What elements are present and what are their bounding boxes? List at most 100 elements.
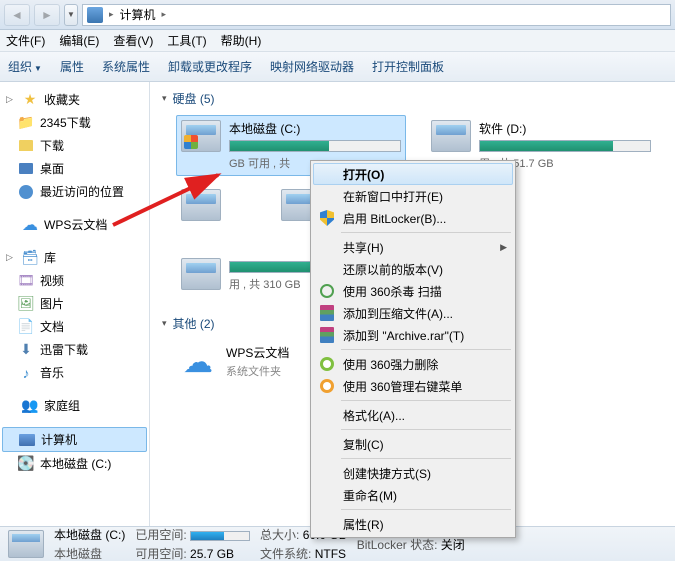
sidebar-item-documents[interactable]: 📄 文档	[0, 315, 149, 338]
archive-icon	[319, 305, 335, 321]
tb-organize[interactable]: 组织▼	[8, 58, 42, 75]
ctx-360-delete[interactable]: 使用 360强力删除	[313, 353, 513, 375]
shield-icon	[319, 210, 335, 226]
ctx-label: 添加到 "Archive.rar"(T)	[343, 327, 464, 344]
drive-icon	[8, 530, 44, 558]
sidebar-item-music[interactable]: ♪ 音乐	[0, 361, 149, 384]
ctx-open[interactable]: 打开(O)	[313, 163, 513, 185]
sidebar-item-downloads[interactable]: 下载	[0, 134, 149, 157]
desktop-icon	[18, 161, 34, 177]
back-button[interactable]: ◄	[4, 4, 30, 26]
ctx-new-window[interactable]: 在新窗口中打开(E)	[313, 185, 513, 207]
tb-control-panel[interactable]: 打开控制面板	[372, 58, 444, 75]
sidebar-libraries-header[interactable]: ▷🗃库	[0, 246, 149, 269]
menu-view[interactable]: 查看(V)	[113, 32, 153, 49]
ctx-format[interactable]: 格式化(A)...	[313, 404, 513, 426]
sidebar-label: 2345下载	[40, 114, 91, 131]
drive-name: 本地磁盘 (C:)	[229, 120, 401, 137]
ctx-properties[interactable]: 属性(R)	[313, 513, 513, 535]
sidebar-favorites-header[interactable]: ▷★收藏夹	[0, 88, 149, 111]
menu-edit[interactable]: 编辑(E)	[59, 32, 99, 49]
ctx-separator	[341, 232, 511, 233]
ctx-label: 复制(C)	[343, 436, 384, 453]
recent-icon	[18, 184, 34, 200]
status-free-label: 可用空间:	[135, 547, 186, 561]
ctx-restore[interactable]: 还原以前的版本(V)	[313, 258, 513, 280]
computer-icon	[19, 432, 35, 448]
menu-tools[interactable]: 工具(T)	[167, 32, 206, 49]
archive-icon	[319, 327, 335, 343]
chevron-down-icon: ▾	[162, 318, 167, 329]
nav-history-dropdown[interactable]: ▼	[64, 4, 78, 26]
sidebar-label: 音乐	[40, 364, 64, 381]
context-menu: 打开(O) 在新窗口中打开(E) 启用 BitLocker(B)... 共享(H…	[310, 160, 516, 538]
ctx-separator	[341, 458, 511, 459]
drive-icon	[181, 258, 221, 290]
ctx-360-scan[interactable]: 使用 360杀毒 扫描	[313, 280, 513, 302]
ctx-360-menu[interactable]: 使用 360管理右键菜单	[313, 375, 513, 397]
ctx-separator	[341, 509, 511, 510]
sidebar-homegroup-header[interactable]: 👥 家庭组	[0, 394, 149, 417]
sidebar-item-2345[interactable]: 📁 2345下载	[0, 111, 149, 134]
ctx-label: 在新窗口中打开(E)	[343, 188, 443, 205]
ctx-shortcut[interactable]: 创建快捷方式(S)	[313, 462, 513, 484]
ctx-label: 打开(O)	[343, 166, 384, 183]
menu-file[interactable]: 文件(F)	[6, 32, 45, 49]
sidebar-item-videos[interactable]: 🎞视频	[0, 269, 149, 292]
group-label: 硬盘 (5)	[173, 90, 215, 107]
forward-button[interactable]: ►	[34, 4, 60, 26]
sidebar-item-xunlei[interactable]: ⬇迅雷下载	[0, 338, 149, 361]
tb-sys-properties[interactable]: 系统属性	[102, 58, 150, 75]
sidebar-item-pictures[interactable]: 🖼 图片	[0, 292, 149, 315]
drive-icon	[181, 120, 221, 152]
ctx-label: 启用 BitLocker(B)...	[343, 210, 446, 227]
document-icon: 📄	[18, 319, 34, 335]
group-header-hdd[interactable]: ▾硬盘 (5)	[162, 90, 663, 107]
sidebar-computer-header[interactable]: 计算机	[2, 427, 147, 452]
titlebar: ◄ ► ▼ ▸ 计算机 ▸	[0, 0, 675, 30]
360-icon	[319, 378, 335, 394]
status-bitlocker-label: BitLocker 状态:	[357, 538, 438, 552]
menu-help[interactable]: 帮助(H)	[221, 32, 262, 49]
sidebar-label: 图片	[40, 295, 64, 312]
sidebar-item-recent[interactable]: 最近访问的位置	[0, 180, 149, 203]
ctx-add-archive[interactable]: 添加到压缩文件(A)...	[313, 302, 513, 324]
picture-icon: 🖼	[18, 296, 34, 312]
group-label: 其他 (2)	[173, 315, 215, 332]
computer-icon	[87, 7, 103, 23]
sidebar-item-desktop[interactable]: 桌面	[0, 157, 149, 180]
music-icon: ♪	[18, 365, 34, 381]
sidebar-wps-header[interactable]: ☁WPS云文档	[0, 213, 149, 236]
ctx-add-rar[interactable]: 添加到 "Archive.rar"(T)	[313, 324, 513, 346]
drive-partial-1[interactable]	[176, 184, 256, 245]
homegroup-icon: 👥	[22, 398, 38, 414]
ctx-label: 使用 360杀毒 扫描	[343, 283, 442, 300]
sidebar-label: 文档	[40, 318, 64, 335]
ctx-bitlocker[interactable]: 启用 BitLocker(B)...	[313, 207, 513, 229]
scan-icon	[319, 283, 335, 299]
folder-icon: 📁	[18, 115, 34, 131]
ctx-share[interactable]: 共享(H)▶	[313, 236, 513, 258]
status-fs-value: NTFS	[315, 547, 346, 561]
ctx-copy[interactable]: 复制(C)	[313, 433, 513, 455]
ctx-label: 属性(R)	[343, 516, 384, 533]
sidebar-label: 最近访问的位置	[40, 183, 124, 200]
address-bar[interactable]: ▸ 计算机 ▸	[82, 4, 671, 26]
ctx-separator	[341, 429, 511, 430]
sidebar-label: 收藏夹	[44, 91, 80, 108]
tb-uninstall[interactable]: 卸载或更改程序	[168, 58, 252, 75]
sidebar-label: 家庭组	[44, 397, 80, 414]
status-free-value: 25.7 GB	[190, 547, 234, 561]
sidebar-label: 计算机	[41, 431, 77, 448]
tb-map-drive[interactable]: 映射网络驱动器	[270, 58, 354, 75]
sidebar-label: 桌面	[40, 160, 64, 177]
sidebar-item-drive-c[interactable]: 💽本地磁盘 (C:)	[0, 452, 149, 475]
ctx-rename[interactable]: 重命名(M)	[313, 484, 513, 506]
chevron-right-icon: ▶	[500, 242, 507, 253]
video-icon: 🎞	[18, 273, 34, 289]
drive-icon: 💽	[18, 456, 34, 472]
tb-properties[interactable]: 属性	[60, 58, 84, 75]
sidebar-label: 库	[44, 249, 56, 266]
folder-icon	[18, 138, 34, 154]
ctx-label: 使用 360强力删除	[343, 356, 438, 373]
